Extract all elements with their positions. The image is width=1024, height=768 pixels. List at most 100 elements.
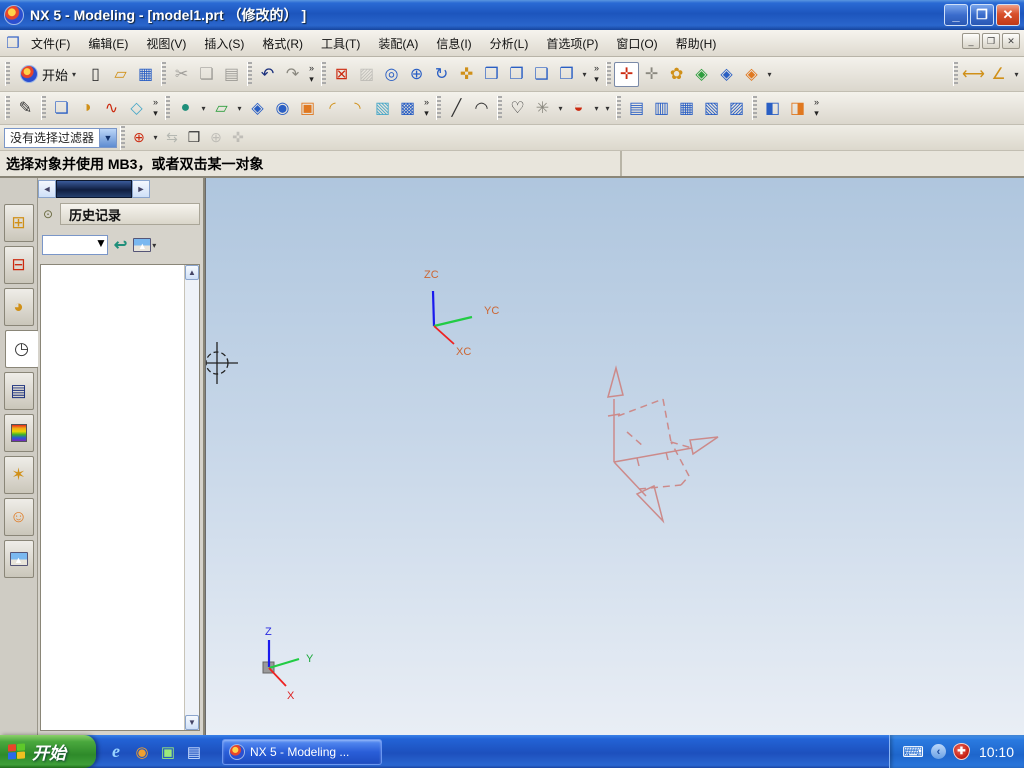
scroll-down-button[interactable]: ▼: [185, 715, 199, 730]
media-player-icon[interactable]: ◉: [132, 742, 152, 762]
snapshot-button[interactable]: ❒: [183, 127, 205, 149]
boss-button[interactable]: ▩: [395, 96, 420, 121]
menu-tools[interactable]: 工具(T): [312, 32, 369, 55]
datum-plane-dropdown-caret[interactable]: ▾: [234, 96, 245, 121]
doc-minimize-button[interactable]: _: [962, 33, 980, 49]
invert-shown-button[interactable]: ◈: [714, 62, 739, 87]
wcs-dynamics-button[interactable]: ✛: [614, 61, 640, 87]
extrude-button[interactable]: ❏: [49, 96, 74, 121]
line-button[interactable]: ╱: [444, 96, 469, 121]
deselect-button[interactable]: ⊕: [205, 127, 227, 149]
toolbar-grip[interactable]: [606, 62, 612, 86]
history-filter-combo[interactable]: ▼: [42, 235, 108, 255]
measure-dropdown-caret[interactable]: ▾: [1011, 62, 1022, 87]
section-surface-button[interactable]: ▨: [724, 96, 749, 121]
pan-view-button[interactable]: ✜: [454, 62, 479, 87]
restore-button[interactable]: ❐: [970, 4, 994, 26]
menu-view[interactable]: 视图(V): [137, 32, 195, 55]
menu-file[interactable]: 文件(F): [22, 32, 79, 55]
toolbar-grip[interactable]: [953, 62, 958, 86]
toolbar-grip[interactable]: [321, 62, 327, 86]
toolbar-overflow[interactable]: » ▾: [810, 96, 823, 121]
profile-curve-button[interactable]: ♡: [505, 96, 530, 121]
ruled-surface-button[interactable]: ▤: [624, 96, 649, 121]
new-file-button[interactable]: ▯: [83, 62, 108, 87]
datum-plane-button[interactable]: ▱: [209, 96, 234, 121]
preview-style-button[interactable]: ▲ ▾: [133, 238, 156, 252]
toolbar-options-caret[interactable]: ▾: [602, 96, 613, 121]
messenger-icon[interactable]: ▤: [184, 742, 204, 762]
block-button[interactable]: ▣: [295, 96, 320, 121]
edit-display-button[interactable]: ◈: [739, 62, 764, 87]
toolbar-grip[interactable]: [752, 96, 757, 120]
assembly-constraints-button[interactable]: ❐: [504, 62, 529, 87]
redo-button[interactable]: ↷: [280, 62, 305, 87]
tab-scenes[interactable]: ▲: [3, 540, 34, 578]
filter-dropdown-caret[interactable]: ▾: [150, 127, 161, 149]
windows-start-button[interactable]: 开始: [0, 735, 96, 768]
offset-surface-button[interactable]: ◒: [566, 96, 591, 121]
menu-analysis[interactable]: 分析(L): [481, 32, 538, 55]
menu-window[interactable]: 窗口(O): [607, 32, 666, 55]
menu-insert[interactable]: 插入(S): [195, 32, 253, 55]
point-dropdown-caret[interactable]: ▾: [555, 96, 566, 121]
hide-icons-chevron-icon[interactable]: ‹: [930, 744, 946, 759]
nx-task-button[interactable]: NX 5 - Modeling ...: [222, 738, 382, 765]
tab-part-navigator[interactable]: ◕: [3, 288, 34, 326]
show-desktop-icon[interactable]: ▣: [158, 742, 178, 762]
save-button[interactable]: ▦: [133, 62, 158, 87]
toolbar-grip[interactable]: [41, 96, 46, 120]
input-method-icon[interactable]: ⌨: [902, 743, 924, 761]
zoom-box-button[interactable]: ◎: [379, 62, 404, 87]
perspective-button[interactable]: ❒: [479, 62, 504, 87]
selection-filter-combo[interactable]: 没有选择过滤器 ▼: [4, 127, 118, 148]
flange-button[interactable]: ◝: [345, 96, 370, 121]
menu-information[interactable]: 信息(I): [427, 32, 480, 55]
through-curve-mesh-button[interactable]: ▦: [674, 96, 699, 121]
toolbar-overflow[interactable]: » ▾: [305, 62, 318, 87]
move-component-button[interactable]: ❑: [529, 62, 554, 87]
doc-restore-button[interactable]: ❐: [982, 33, 1000, 49]
toolbar-grip[interactable]: [120, 125, 126, 150]
menu-edit[interactable]: 编辑(E): [79, 32, 137, 55]
shell-button[interactable]: ▧: [370, 96, 395, 121]
pin-icon[interactable]: ⊙: [40, 206, 56, 222]
arc-button[interactable]: ◠: [469, 96, 494, 121]
start-menu-button[interactable]: 开始 ▾: [13, 62, 83, 87]
toolbar-grip[interactable]: [165, 96, 170, 120]
tab-assembly-navigator[interactable]: ⊞: [3, 204, 34, 242]
bend-button[interactable]: ◜: [320, 96, 345, 121]
copy-button[interactable]: ❏: [194, 62, 219, 87]
toolbar-grip[interactable]: [616, 96, 621, 120]
sketch-dropdown-caret[interactable]: ▾: [198, 96, 209, 121]
toolbar-grip[interactable]: [436, 96, 441, 120]
tab-constraint-navigator[interactable]: ⊟: [3, 246, 34, 284]
bounded-surface-button[interactable]: ◨: [785, 96, 810, 121]
zoom-in-out-button[interactable]: ⊕: [404, 62, 429, 87]
combo-dropdown-icon[interactable]: ▼: [99, 128, 117, 147]
measure-distance-button[interactable]: ⟷: [961, 62, 986, 87]
tab-catalog[interactable]: ▤: [3, 372, 34, 410]
toolbar-grip[interactable]: [161, 62, 167, 86]
minimize-button[interactable]: _: [944, 4, 968, 26]
menu-format[interactable]: 格式(R): [253, 32, 312, 55]
datum-csys-preview[interactable]: [606, 365, 719, 524]
tab-history[interactable]: ◷: [4, 330, 39, 368]
history-list[interactable]: ▲ ▼: [40, 264, 200, 731]
scroll-right-button[interactable]: ►: [132, 180, 150, 198]
show-hide-button[interactable]: ◈: [689, 62, 714, 87]
panel-title[interactable]: 历史记录: [60, 203, 200, 225]
rotate-view-button[interactable]: ↻: [429, 62, 454, 87]
studio-surface-button[interactable]: ◧: [760, 96, 785, 121]
shaded-display-button[interactable]: ❒: [554, 62, 579, 87]
toolbar-overflow[interactable]: » ▾: [420, 96, 433, 121]
swept-surface-button[interactable]: ▧: [699, 96, 724, 121]
revolve-button[interactable]: ◑: [74, 96, 99, 121]
selection-filter-button[interactable]: ⊕: [128, 127, 150, 149]
toolbar-grip[interactable]: [247, 62, 253, 86]
surface-dropdown-caret[interactable]: ▾: [591, 96, 602, 121]
combo-dropdown-icon[interactable]: ▼: [95, 236, 107, 254]
wcs-triad[interactable]: ZC YC XC: [424, 269, 499, 358]
graphics-window[interactable]: ZC YC XC Z Y X: [205, 178, 1024, 735]
sketch-in-task-button[interactable]: ✎: [13, 96, 38, 121]
